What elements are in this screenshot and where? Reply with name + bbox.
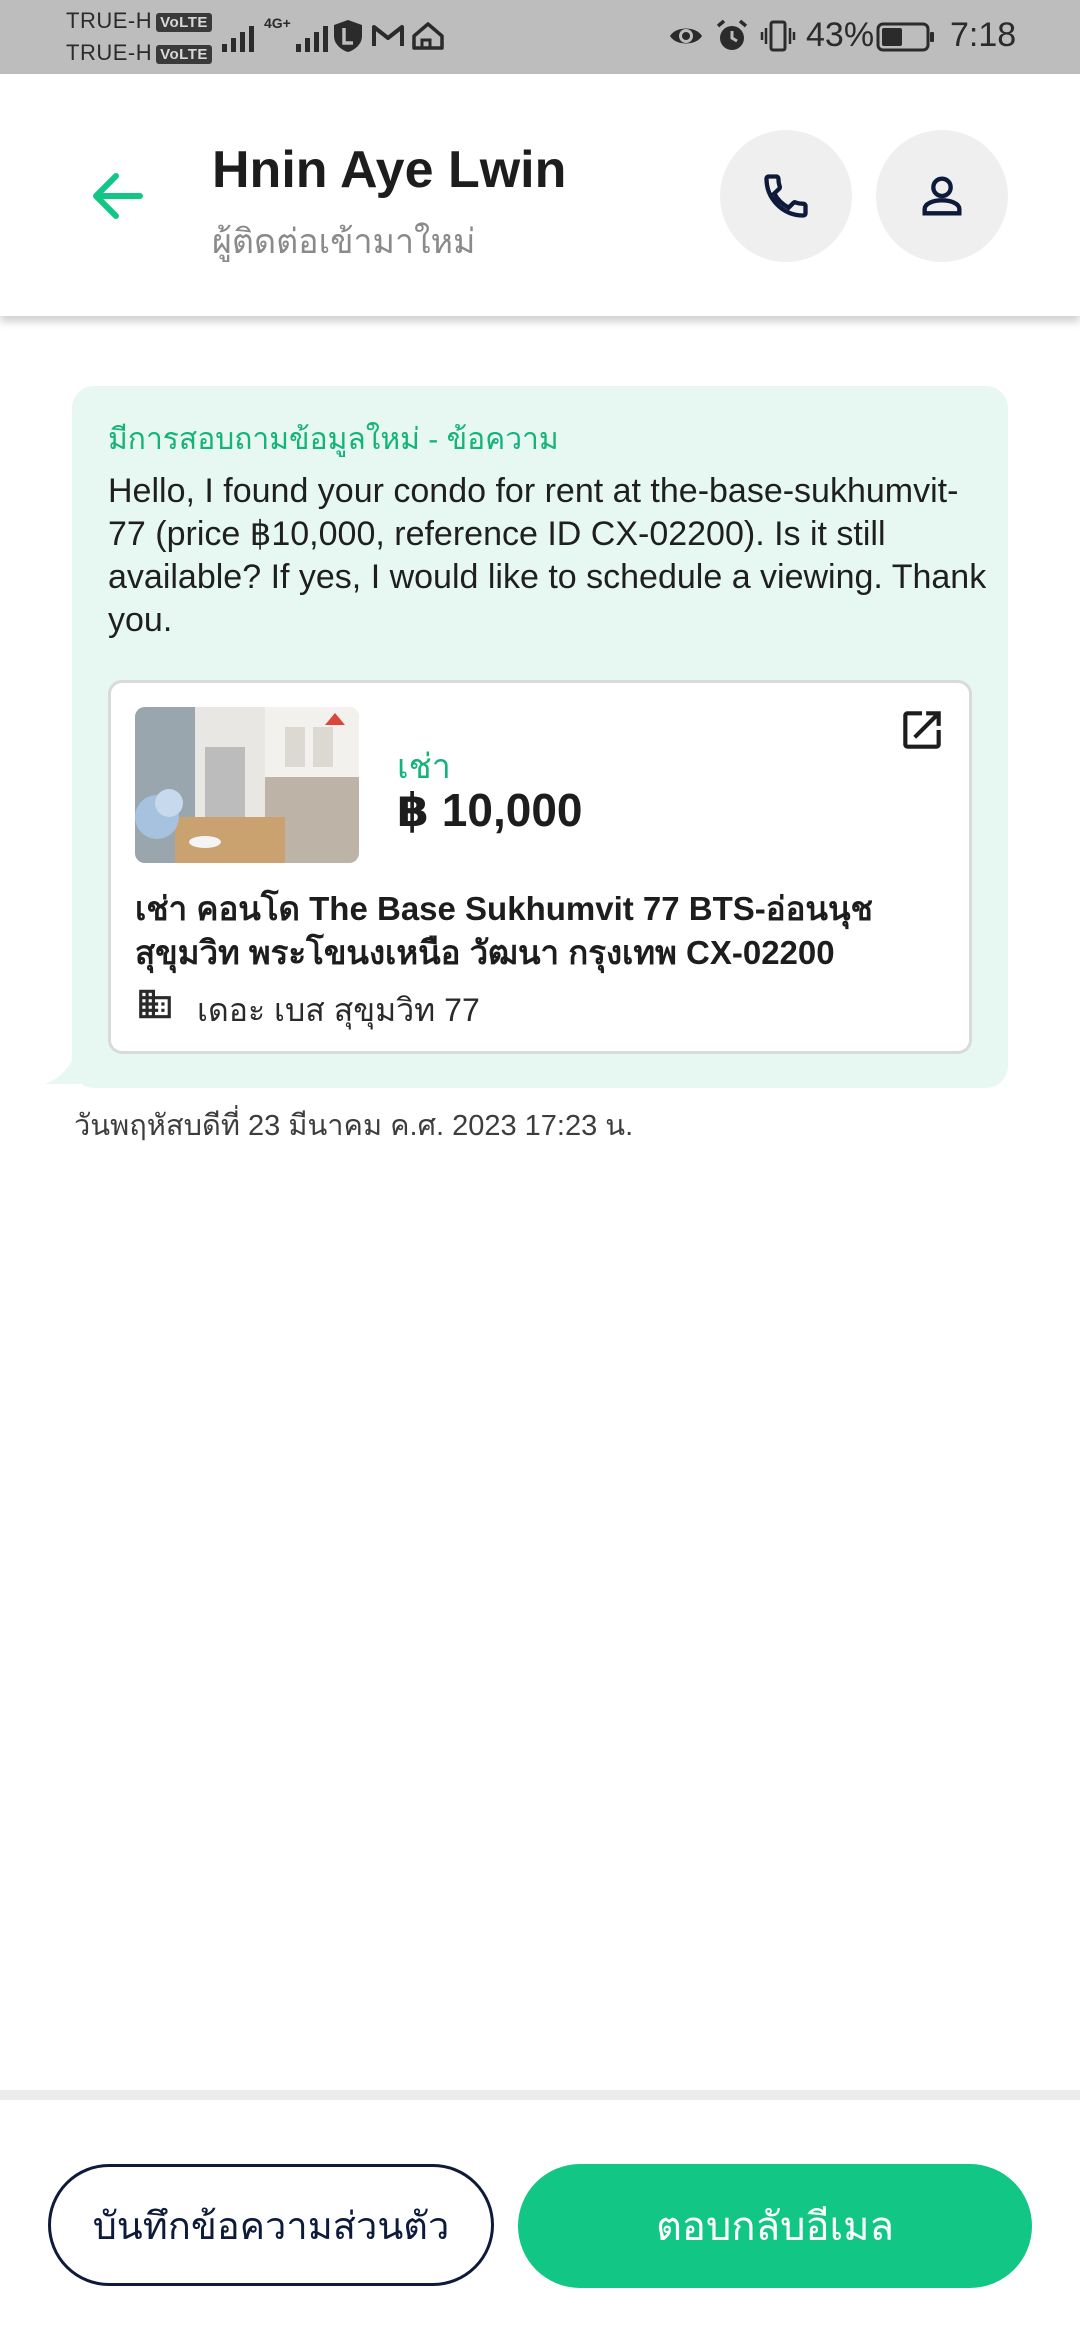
volte-badge: VoLTE <box>156 12 212 32</box>
alarm-icon <box>716 19 748 50</box>
sim2-label: TRUE-H VoLTE <box>66 40 212 66</box>
message-timestamp: วันพฤหัสบดีที่ 23 มีนาคม ค.ศ. 2023 17:23… <box>74 1110 634 1142</box>
building-name: เดอะ เบส สุขุมวิท 77 <box>197 992 480 1028</box>
reply-email-button[interactable]: ตอบกลับอีเมล <box>518 2164 1032 2288</box>
home-app-icon <box>412 22 444 50</box>
signal-icon <box>222 20 254 52</box>
contact-status: ผู้ติดต่อเข้ามาใหม่ <box>212 223 476 261</box>
listing-price: ฿ 10,000 <box>397 784 583 836</box>
contact-name: Hnin Aye Lwin <box>212 141 567 199</box>
contact-profile-button[interactable] <box>876 130 1008 262</box>
bottom-action-bar: บันทึกข้อความส่วนตัว ตอบกลับอีเมล <box>0 2090 1080 2340</box>
eye-icon <box>670 28 702 44</box>
listing-title: เช่า คอนโด The Base Sukhumvit 77 BTS-อ่อ… <box>135 890 873 971</box>
status-bar: TRUE-H VoLTE TRUE-H VoLTE 4G+ 43% 7:18 <box>0 0 1080 74</box>
network-type: 4G+ <box>264 15 291 31</box>
message-type-label: มีการสอบถามข้อมูลใหม่ - ข้อความ <box>108 423 559 456</box>
signal-icon <box>296 20 328 52</box>
conversation-header: Hnin Aye Lwin ผู้ติดต่อเข้ามาใหม่ <box>0 74 1080 316</box>
listing-card[interactable]: เช่า ฿ 10,000 เช่า คอนโด The Base Sukhum… <box>108 680 972 1054</box>
volte-badge: VoLTE <box>156 44 212 64</box>
phone-icon <box>764 174 808 218</box>
battery-icon <box>876 22 934 52</box>
call-button[interactable] <box>720 130 852 262</box>
sim1-label: TRUE-H VoLTE <box>66 8 212 34</box>
vibrate-icon <box>760 20 796 52</box>
screen: TRUE-H VoLTE TRUE-H VoLTE 4G+ 43% 7:18 H… <box>0 0 1080 2340</box>
battery-percent: 43% <box>806 16 875 54</box>
l-app-icon <box>334 20 362 52</box>
arrow-left-icon[interactable] <box>88 166 148 226</box>
clock: 7:18 <box>950 16 1017 54</box>
private-note-button[interactable]: บันทึกข้อความส่วนตัว <box>48 2164 494 2286</box>
message-body: Hello, I found your condo for rent at th… <box>108 472 987 639</box>
person-icon <box>922 176 962 216</box>
listing-photo <box>135 707 359 863</box>
building-icon <box>139 989 171 1019</box>
external-link-icon[interactable] <box>897 705 947 755</box>
gmail-icon <box>372 25 404 46</box>
message-bubble: มีการสอบถามข้อมูลใหม่ - ข้อความ Hello, I… <box>72 386 1008 1088</box>
